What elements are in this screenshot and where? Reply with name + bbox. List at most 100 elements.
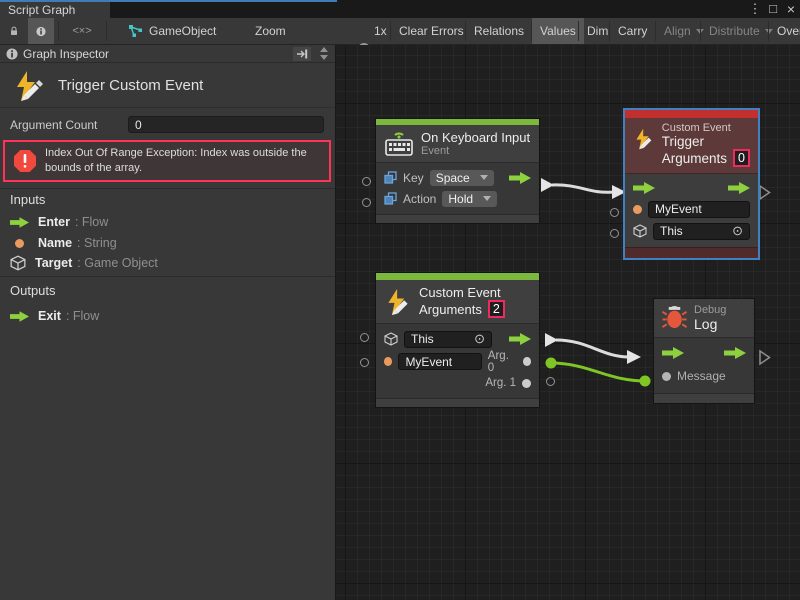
scroll-up-button[interactable] bbox=[320, 47, 328, 52]
tab-bar: Script Graph ⋮ □ × bbox=[0, 0, 800, 18]
values-button[interactable]: Values bbox=[532, 18, 584, 44]
arg1-label: Arg. 1 bbox=[485, 377, 516, 389]
arguments-label: Arguments bbox=[419, 302, 482, 317]
lock-button[interactable] bbox=[2, 18, 26, 44]
message-input-port[interactable] bbox=[662, 372, 671, 381]
arg1-output-port[interactable] bbox=[522, 379, 531, 388]
node-footer bbox=[376, 214, 539, 223]
info-icon bbox=[6, 48, 18, 60]
inputs-header: Inputs bbox=[10, 192, 45, 207]
info-button[interactable] bbox=[28, 18, 54, 44]
graph-canvas[interactable]: On Keyboard Input Event Key Space bbox=[336, 45, 800, 600]
inspector-header: Graph Inspector bbox=[0, 45, 335, 63]
arguments-value-highlight[interactable]: 0 bbox=[733, 149, 750, 167]
lock-icon bbox=[10, 24, 18, 38]
node-title: Log bbox=[694, 316, 726, 332]
key-dropdown[interactable]: Space bbox=[430, 170, 494, 186]
keyboard-event-icon bbox=[384, 130, 414, 157]
arguments-value-highlight[interactable]: 2 bbox=[488, 300, 505, 318]
error-icon bbox=[13, 149, 37, 173]
carry-button[interactable]: Carry bbox=[610, 18, 655, 44]
key-row: Key Space bbox=[384, 167, 531, 188]
flow-output-port[interactable] bbox=[509, 333, 531, 345]
caret-down-icon bbox=[483, 196, 491, 201]
cube-icon bbox=[10, 255, 26, 271]
custom-event-icon bbox=[12, 70, 44, 102]
zoom-value: 1x bbox=[372, 18, 389, 44]
target-field[interactable]: This ⊙ bbox=[404, 331, 492, 348]
arguments-label: Arguments bbox=[662, 151, 727, 166]
tab-title: Script Graph bbox=[8, 3, 75, 17]
input-port[interactable] bbox=[362, 198, 371, 207]
flow-arrow-icon bbox=[10, 311, 29, 322]
flow-input-port[interactable] bbox=[662, 347, 684, 359]
flow-output-port[interactable] bbox=[728, 182, 750, 194]
enum-icon bbox=[384, 171, 397, 184]
scroll-arrows bbox=[317, 45, 331, 63]
code-view-button[interactable]: <×> bbox=[62, 18, 102, 44]
flow-output-port[interactable] bbox=[724, 347, 746, 359]
cube-icon bbox=[384, 332, 398, 346]
input-port[interactable] bbox=[360, 358, 369, 367]
relations-button[interactable]: Relations bbox=[466, 18, 532, 44]
custom-event-icon bbox=[633, 126, 655, 152]
node-footer bbox=[625, 247, 758, 258]
overview-button[interactable]: Overv bbox=[769, 18, 800, 44]
tab-script-graph[interactable]: Script Graph bbox=[0, 2, 110, 18]
close-icon[interactable]: × bbox=[782, 0, 800, 18]
event-color-bar bbox=[376, 273, 539, 280]
target-field[interactable]: This ⊙ bbox=[653, 223, 750, 240]
maximize-icon[interactable]: □ bbox=[764, 0, 782, 18]
flow-continue-handle[interactable] bbox=[758, 184, 772, 201]
node-on-keyboard-input[interactable]: On Keyboard Input Event Key Space bbox=[375, 118, 540, 224]
argument-count-label: Argument Count bbox=[10, 118, 97, 132]
gameobject-label: GameObject bbox=[149, 24, 216, 38]
dock-right-icon bbox=[296, 49, 308, 59]
dock-button[interactable] bbox=[293, 47, 311, 61]
node-title: Trigger bbox=[662, 134, 750, 149]
unit-title: Trigger Custom Event bbox=[58, 77, 203, 94]
error-box: Index Out Of Range Exception: Index was … bbox=[3, 140, 331, 182]
clear-errors-button[interactable]: Clear Errors bbox=[391, 18, 472, 44]
port-row-exit: Exit : Flow bbox=[10, 307, 99, 325]
flow-continue-handle[interactable] bbox=[758, 349, 772, 366]
window-menu-icon[interactable]: ⋮ bbox=[746, 0, 764, 18]
input-port[interactable] bbox=[360, 333, 369, 342]
arg0-output-port[interactable] bbox=[523, 357, 531, 366]
error-text: Index Out Of Range Exception: Index was … bbox=[45, 146, 321, 176]
port-row-target: Target : Game Object bbox=[10, 254, 158, 272]
object-picker-icon[interactable]: ⊙ bbox=[474, 331, 485, 347]
caret-down-icon bbox=[480, 175, 488, 180]
argument-count-input[interactable] bbox=[128, 116, 324, 133]
action-row: Action Hold bbox=[384, 188, 531, 209]
node-subtitle: Event bbox=[421, 145, 530, 157]
event-name-field[interactable]: MyEvent bbox=[398, 353, 481, 370]
event-name-field[interactable]: MyEvent bbox=[648, 201, 750, 218]
gameobject-reference[interactable]: GameObject bbox=[120, 18, 224, 44]
input-port[interactable] bbox=[362, 177, 371, 186]
key-label: Key bbox=[403, 171, 424, 185]
info-icon bbox=[36, 25, 46, 38]
action-dropdown[interactable]: Hold bbox=[442, 191, 497, 207]
input-port[interactable] bbox=[610, 229, 619, 238]
port-row-name: Name : String bbox=[10, 234, 117, 252]
flow-input-port[interactable] bbox=[633, 182, 655, 194]
toolbar: <×> GameObject Zoom 1x Clear Errors Rela… bbox=[0, 18, 800, 45]
object-picker-icon[interactable]: ⊙ bbox=[732, 223, 743, 239]
unit-title-block: Trigger Custom Event bbox=[0, 63, 335, 108]
output-port[interactable] bbox=[546, 377, 555, 386]
flow-arrow-icon bbox=[10, 217, 29, 228]
scroll-down-button[interactable] bbox=[320, 55, 328, 60]
cube-icon bbox=[633, 224, 647, 238]
zoom-label: Zoom bbox=[247, 18, 294, 44]
script-graph-asset-icon bbox=[128, 24, 143, 38]
enum-icon bbox=[384, 192, 397, 205]
flow-output-port[interactable] bbox=[509, 172, 531, 184]
arg0-label: Arg. 0 bbox=[488, 350, 517, 374]
node-trigger-custom-event[interactable]: Custom Event Trigger Arguments 0 MyEvent bbox=[623, 108, 760, 260]
action-label: Action bbox=[403, 192, 436, 206]
input-port[interactable] bbox=[610, 208, 619, 217]
string-port-icon bbox=[633, 205, 642, 214]
node-debug-log[interactable]: Debug Log Message bbox=[653, 298, 755, 404]
node-custom-event[interactable]: Custom Event Arguments 2 This ⊙ bbox=[375, 272, 540, 408]
